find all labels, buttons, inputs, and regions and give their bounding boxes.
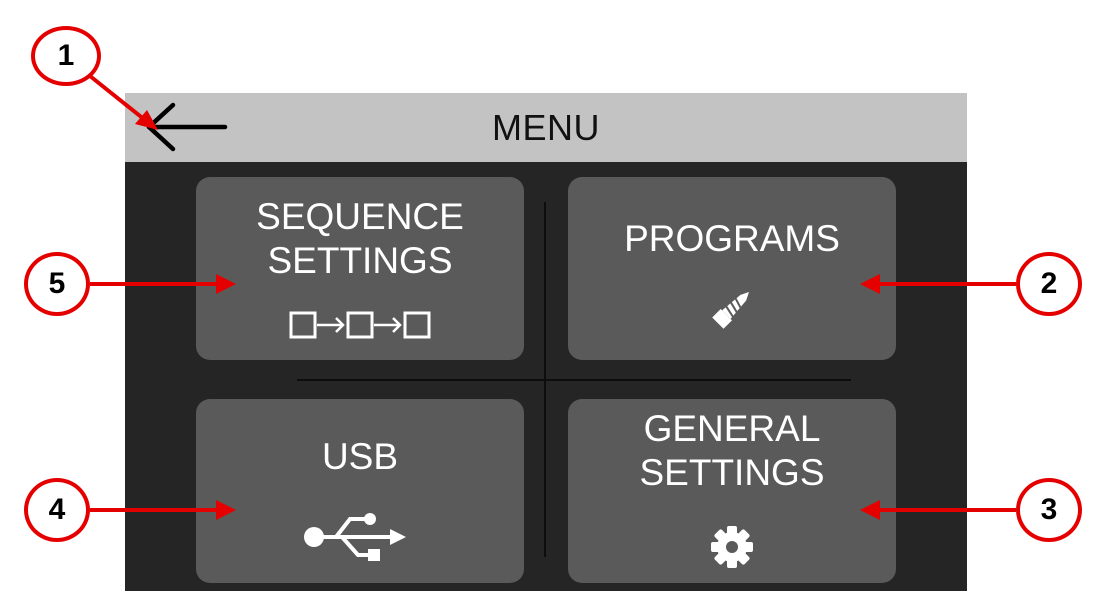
callout-1: 1 — [31, 26, 101, 86]
callout-3: 3 — [1016, 478, 1082, 542]
callout-4: 4 — [24, 478, 90, 542]
callout-5: 5 — [24, 252, 90, 316]
callout-2: 2 — [1016, 252, 1082, 316]
callout-arrows — [88, 74, 1016, 520]
